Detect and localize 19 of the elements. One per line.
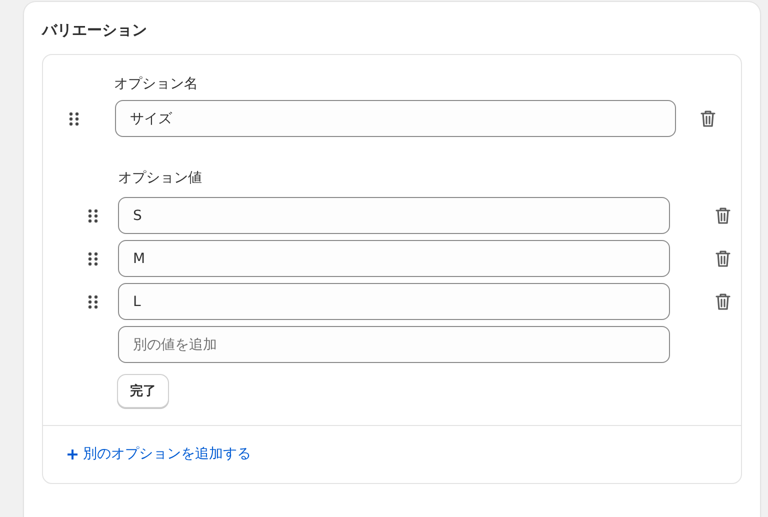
plus-icon xyxy=(67,448,78,460)
drag-handle-icon[interactable] xyxy=(88,294,98,308)
trash-icon xyxy=(715,292,731,310)
section-title: バリエーション xyxy=(42,21,147,40)
drag-handle-icon[interactable] xyxy=(88,208,98,222)
add-option-link[interactable]: 別のオプションを追加する xyxy=(67,445,251,463)
drag-handle-icon[interactable] xyxy=(69,112,79,126)
input-field[interactable]: S xyxy=(118,197,670,234)
input-field[interactable]: 別の値を追加 xyxy=(118,326,670,363)
trash-icon xyxy=(700,110,716,128)
trash-icon xyxy=(715,206,731,224)
input-field[interactable]: M xyxy=(118,240,670,277)
done-button[interactable]: 完了 xyxy=(118,375,168,407)
field-label: オプション値 xyxy=(118,169,202,187)
drag-handle-icon[interactable] xyxy=(88,252,98,266)
field-label: オプション名 xyxy=(114,75,198,93)
trash-icon xyxy=(715,250,731,268)
input-field[interactable]: L xyxy=(118,283,670,320)
input-field[interactable]: サイズ xyxy=(115,100,676,137)
